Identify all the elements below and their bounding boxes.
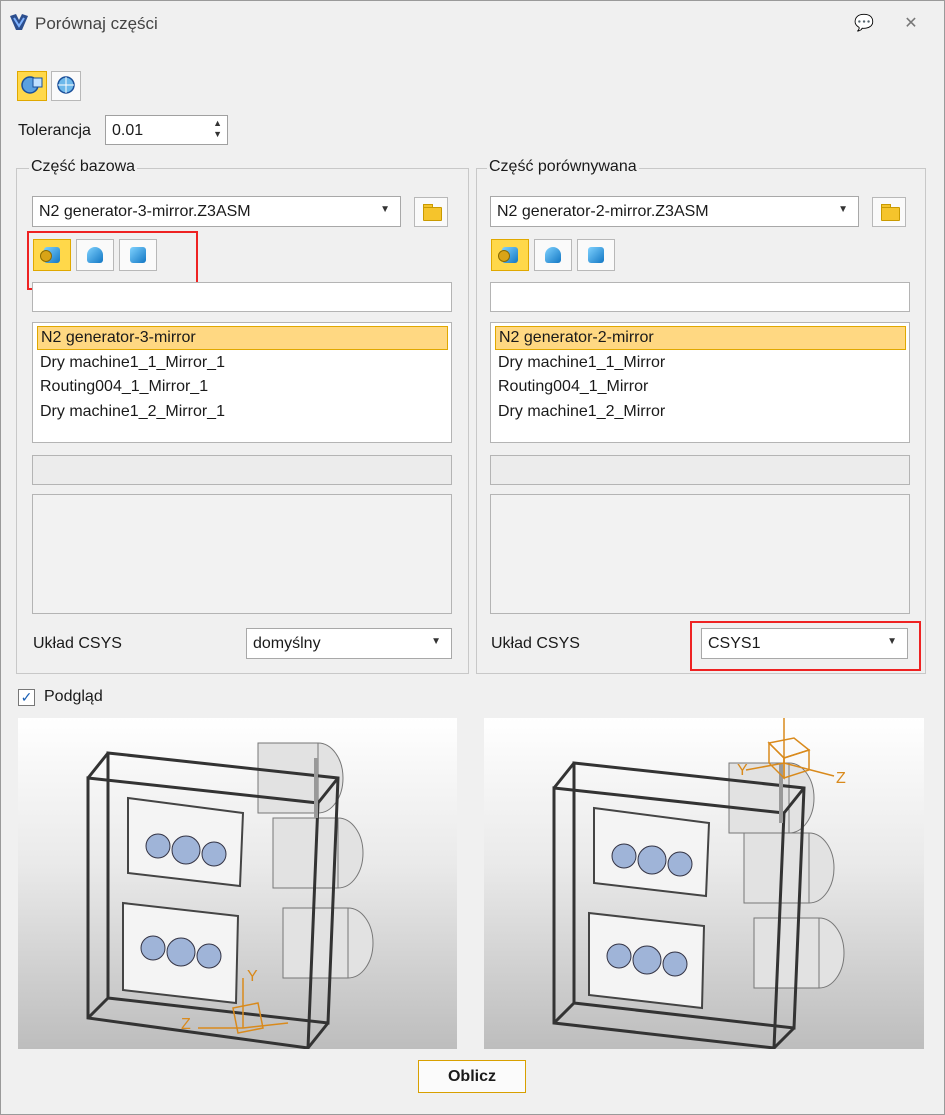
list-item[interactable]: Dry machine1_1_Mirror [495, 351, 665, 375]
preview-checkbox[interactable]: ✓ [18, 689, 35, 706]
compared-info-area [490, 494, 910, 614]
chevron-down-icon: ▼ [838, 204, 848, 215]
base-part-group-title: Część bazowa [29, 158, 138, 176]
compared-file-combo[interactable]: N2 generator-2-mirror.Z3ASM ▼ [490, 196, 859, 227]
chevron-down-icon: ▼ [380, 204, 390, 215]
compared-part-group-title: Część porównywana [487, 158, 639, 176]
folder-icon [881, 207, 900, 221]
list-item[interactable]: N2 generator-3-mirror [37, 326, 448, 350]
compared-csys-label: Układ CSYS [491, 635, 580, 652]
solid-icon [588, 247, 604, 263]
app-logo-icon [10, 14, 28, 30]
axis-label-y: Y [247, 968, 258, 985]
compared-preview-viewport[interactable]: Y Z [484, 718, 924, 1049]
axis-label-y: Y [737, 762, 748, 779]
base-status-bar [32, 455, 452, 485]
compared-status-bar [490, 455, 910, 485]
globe-mode-button[interactable] [51, 71, 81, 101]
axis-label-z: Z [836, 770, 846, 787]
base-open-folder-button[interactable] [414, 197, 448, 227]
tolerance-label: Tolerancja [18, 122, 91, 139]
tolerance-spinner[interactable]: ▲ ▼ [213, 118, 222, 140]
tolerance-input[interactable]: 0.01 ▲ ▼ [105, 115, 228, 145]
assembly-icon [498, 247, 518, 263]
compared-assembly-button[interactable] [491, 239, 529, 271]
chevron-down-icon: ▼ [431, 636, 441, 647]
base-parts-list[interactable]: N2 generator-3-mirror Dry machine1_1_Mir… [32, 322, 452, 443]
base-machine-model [86, 742, 374, 1049]
compared-parts-list[interactable]: N2 generator-2-mirror Dry machine1_1_Mir… [490, 322, 910, 443]
close-icon[interactable]: ✕ [901, 14, 921, 34]
list-item[interactable]: Dry machine1_1_Mirror_1 [37, 351, 225, 375]
compare-mode-button[interactable] [17, 71, 47, 101]
base-filter-input[interactable] [32, 282, 452, 312]
compare-mode-icon [21, 76, 43, 94]
window-title: Porównaj części [35, 14, 158, 33]
base-info-area [32, 494, 452, 614]
base-preview-viewport[interactable]: Z Y [18, 718, 457, 1049]
compared-file-value: N2 generator-2-mirror.Z3ASM [497, 203, 709, 220]
compared-shell-button[interactable] [534, 239, 572, 271]
list-item[interactable]: N2 generator-2-mirror [495, 326, 906, 350]
axis-label-z: Z [181, 1016, 191, 1033]
base-file-value: N2 generator-3-mirror.Z3ASM [39, 203, 251, 220]
folder-icon [423, 207, 442, 221]
tolerance-value: 0.01 [112, 122, 144, 139]
compared-solid-button[interactable] [577, 239, 615, 271]
checkbox-checked-icon: ✓ [20, 689, 33, 705]
list-item[interactable]: Routing004_1_Mirror_1 [37, 375, 208, 399]
base-csys-label: Układ CSYS [33, 635, 122, 652]
compute-button[interactable]: Oblicz [418, 1060, 526, 1093]
globe-mode-icon [57, 76, 75, 94]
list-item[interactable]: Dry machine1_2_Mirror_1 [37, 400, 225, 424]
shell-icon [545, 247, 561, 263]
comment-icon[interactable]: 💬 [854, 14, 874, 34]
compared-filter-input[interactable] [490, 282, 910, 312]
base-csys-combo[interactable]: domyślny ▼ [246, 628, 452, 659]
compared-open-folder-button[interactable] [872, 197, 906, 227]
base-csys-value: domyślny [253, 635, 321, 652]
compared-machine-model [552, 718, 845, 1049]
list-item[interactable]: Routing004_1_Mirror [495, 375, 648, 399]
base-file-combo[interactable]: N2 generator-3-mirror.Z3ASM ▼ [32, 196, 401, 227]
highlight-box [690, 621, 921, 671]
preview-label: Podgląd [44, 688, 103, 705]
list-item[interactable]: Dry machine1_2_Mirror [495, 400, 665, 424]
